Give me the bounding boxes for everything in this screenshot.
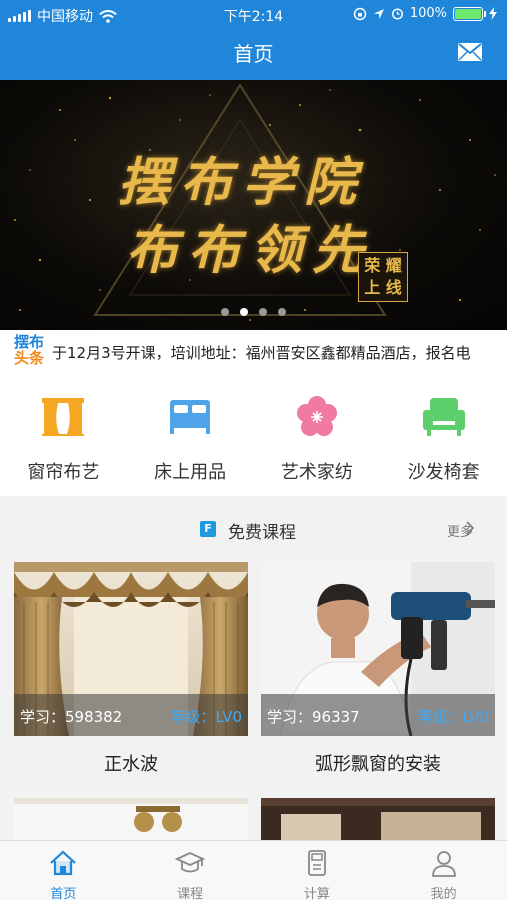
category-grid: 窗帘布艺 床上用品 艺术家纺 沙发椅套 [0, 372, 507, 496]
tab-home[interactable]: 首页 [0, 841, 127, 900]
home-icon [50, 850, 77, 876]
section-title: 免费课程 [228, 523, 296, 543]
charging-icon [489, 7, 497, 20]
headline-logo-bottom: 头条 [14, 349, 45, 367]
bed-icon [170, 400, 211, 434]
banner-badge-line2: 上 线 [364, 278, 402, 297]
free-course-badge-icon: F [200, 521, 216, 537]
course-name[interactable]: 正水波 [14, 736, 248, 798]
course-meta-overlay: 学习：598382 等级：LV0 [14, 694, 248, 736]
tab-calculate[interactable]: 计算 [254, 841, 381, 900]
course-name[interactable]: 弧形飘窗的安装 [261, 736, 495, 798]
chevron-right-icon[interactable] [465, 520, 475, 536]
headline-text[interactable]: 于12月3号开课，培训地址：福州晋安区鑫都精品酒店，报名电 [52, 342, 471, 363]
course-card[interactable]: 学习：598382 等级：LV0 正水波 [14, 562, 248, 798]
curtain-icon [42, 398, 85, 436]
flower-icon [296, 396, 337, 436]
course-thumbnail[interactable]: 学习：96337 等级：LV0 [261, 562, 495, 736]
status-bar: 中国移动 下午2:14 100% [0, 0, 507, 28]
graduation-cap-icon [175, 852, 206, 873]
bottom-tab-bar: 首页 课程 计算 我的 [0, 840, 507, 900]
category-label: 艺术家纺 [280, 462, 353, 483]
tab-label: 首页 [50, 887, 77, 900]
study-count: 学习：96337 [267, 708, 360, 726]
tab-label: 我的 [430, 887, 457, 900]
headline-logo-top: 摆布 [14, 333, 45, 351]
course-card-partial[interactable] [14, 798, 248, 844]
level-label: 等级：LV0 [417, 708, 489, 726]
category-bedding[interactable]: 床上用品 [127, 372, 254, 496]
level-label: 等级：LV0 [170, 708, 242, 726]
banner-headline-2: 布布领先 [126, 220, 375, 281]
banner-carousel[interactable]: 摆布学院 布布领先 荣 耀 上 线 [0, 80, 507, 330]
user-icon [431, 851, 456, 877]
location-icon [373, 8, 384, 19]
category-curtain[interactable]: 窗帘布艺 [0, 372, 127, 496]
top-bar: 中国移动 下午2:14 100% 首页 [0, 0, 507, 80]
tab-label: 课程 [177, 887, 204, 900]
rotation-lock-icon [353, 7, 367, 20]
tab-label: 计算 [303, 887, 330, 900]
category-label: 窗帘布艺 [27, 462, 100, 483]
banner-headline-1: 摆布学院 [118, 152, 367, 213]
sofa-icon [422, 398, 465, 436]
tab-profile[interactable]: 我的 [380, 841, 507, 900]
category-sofa[interactable]: 沙发椅套 [380, 372, 507, 496]
carousel-dot[interactable] [278, 308, 286, 316]
category-label: 床上用品 [154, 462, 227, 483]
status-right: 100% [353, 6, 497, 21]
carousel-dots[interactable] [0, 308, 507, 316]
carousel-dot-active[interactable] [240, 308, 248, 316]
headline-ticker[interactable]: 摆布 头条 于12月3号开课，培训地址：福州晋安区鑫都精品酒店，报名电 [0, 330, 507, 372]
free-courses-header: F 免费课程 更多 [0, 506, 507, 550]
banner-badge-line1: 荣 耀 [364, 256, 402, 275]
mail-icon[interactable] [457, 42, 483, 62]
calculator-icon [307, 850, 326, 876]
page-title: 首页 [233, 42, 274, 66]
alarm-icon [391, 8, 403, 20]
battery-percent: 100% [409, 6, 447, 21]
course-card[interactable]: 学习：96337 等级：LV0 弧形飘窗的安装 [261, 562, 495, 798]
category-art-textile[interactable]: 艺术家纺 [254, 372, 381, 496]
carousel-dot[interactable] [259, 308, 267, 316]
tab-courses[interactable]: 课程 [127, 841, 254, 900]
headline-logo: 摆布 头条 [14, 334, 52, 366]
category-label: 沙发椅套 [407, 462, 480, 483]
banner-badge: 荣 耀 上 线 [358, 252, 408, 302]
course-thumbnail[interactable]: 学习：598382 等级：LV0 [14, 562, 248, 736]
course-card-partial[interactable] [261, 798, 495, 844]
course-thumbnail-partial[interactable] [261, 798, 495, 840]
battery-icon [453, 6, 486, 21]
app-screen: 中国移动 下午2:14 100% 首页 摆布学院 布布领先 荣 耀 上 线 摆布… [0, 0, 507, 900]
study-count: 学习：598382 [20, 708, 123, 726]
course-thumbnail-partial[interactable] [14, 798, 248, 840]
carousel-dot[interactable] [221, 308, 229, 316]
course-meta-overlay: 学习：96337 等级：LV0 [261, 694, 495, 736]
